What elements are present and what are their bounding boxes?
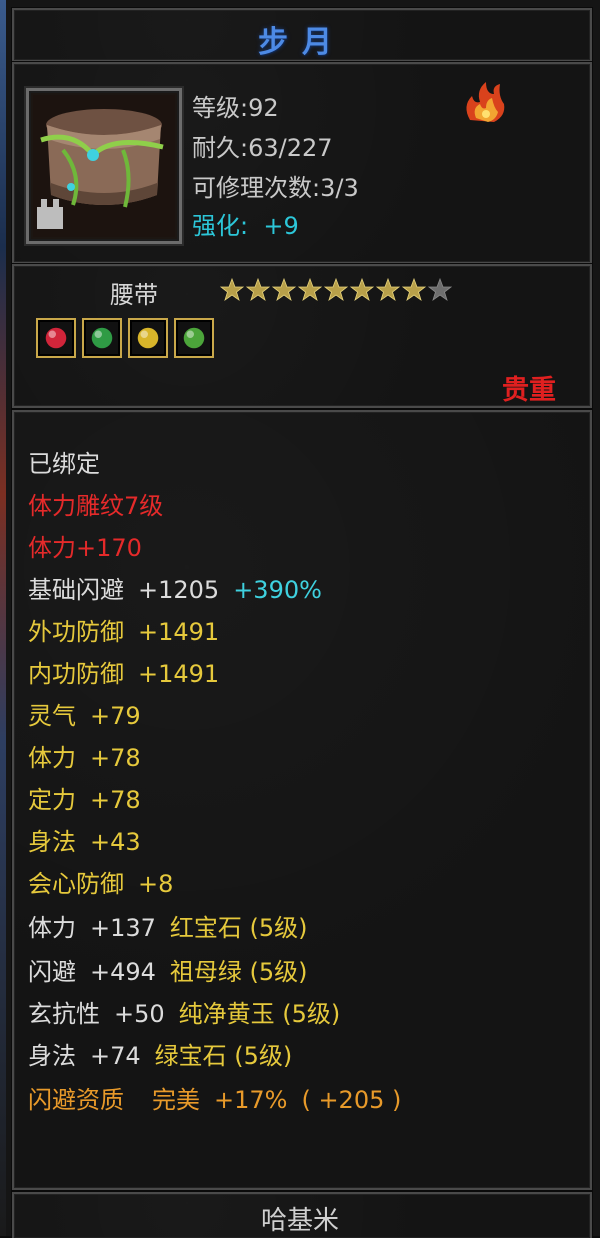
dodge-pct: +390%	[233, 576, 322, 604]
item-type: 腰带	[110, 281, 158, 309]
star-filled-icon	[376, 278, 400, 302]
gem2-name: 祖母绿 (5级)	[169, 958, 308, 986]
level-line: 等级:92	[192, 94, 279, 122]
gem-socket[interactable]	[174, 318, 214, 358]
gem-socket[interactable]	[36, 318, 76, 358]
durability-line: 耐久:63/227	[192, 134, 333, 162]
crit-def-label: 会心防御	[28, 870, 124, 898]
int-def-label: 内功防御	[28, 660, 124, 688]
flame-icon	[466, 82, 505, 122]
dodge-label: 基础闪避	[28, 576, 124, 604]
star-filled-icon	[324, 278, 348, 302]
level-value: 92	[248, 94, 279, 122]
gem4-name: 绿宝石 (5级)	[154, 1042, 293, 1070]
crit-def-value: +8	[138, 870, 174, 898]
int-def-value: +1491	[138, 660, 220, 688]
ext-def-label: 外功防御	[28, 618, 124, 646]
gem2-stat: 闪避	[28, 958, 76, 986]
dodge-value: +1205	[138, 576, 220, 604]
enhance-label: 强化:	[192, 212, 249, 240]
focus-line: 定力 +78	[28, 780, 141, 815]
belt-icon	[33, 95, 175, 237]
aptitude-line: 闪避资质 完美 +17% ( +205 )	[28, 1080, 401, 1115]
aptitude-label: 闪避资质	[28, 1086, 124, 1114]
star-filled-icon	[246, 278, 270, 302]
agility-label: 身法	[28, 828, 76, 856]
aptitude-grade: 完美	[152, 1086, 200, 1114]
repair-line: 可修理次数:3/3	[192, 174, 359, 202]
gem-sockets	[36, 318, 214, 358]
star-filled-icon	[350, 278, 374, 302]
ext-def-value: +1491	[138, 618, 220, 646]
gem1-name: 红宝石 (5级)	[169, 914, 308, 942]
gem3-stat: 玄抗性	[28, 1000, 100, 1028]
aptitude-pct: +17%	[214, 1086, 288, 1114]
star-filled-icon	[272, 278, 296, 302]
stamina-line: 体力 +78	[28, 738, 141, 773]
bound-status: 已绑定	[28, 450, 100, 478]
agility-value: +43	[90, 828, 141, 856]
durability-label: 耐久	[192, 134, 240, 162]
ruby-gem-icon	[45, 327, 67, 349]
stamina-value: +78	[90, 744, 141, 772]
item-icon	[26, 88, 182, 244]
gem2-value: +494	[90, 958, 156, 986]
durability-value: 63/227	[248, 134, 333, 162]
gem4-line: 身法 +74 绿宝石 (5级)	[28, 1036, 292, 1071]
gem4-stat: 身法	[28, 1042, 76, 1070]
emerald-gem-icon	[91, 327, 113, 349]
gem-socket[interactable]	[128, 318, 168, 358]
focus-label: 定力	[28, 786, 76, 814]
background-edge	[0, 0, 6, 1236]
gem4-value: +74	[90, 1042, 141, 1070]
spirit-line: 灵气 +79	[28, 696, 141, 731]
gem1-line: 体力 +137 红宝石 (5级)	[28, 908, 308, 943]
green-gem-icon	[183, 327, 205, 349]
star-empty-icon	[428, 278, 452, 302]
enhance-line: 强化: +9	[192, 206, 299, 241]
repair-value: 3/3	[320, 174, 359, 202]
focus-value: +78	[90, 786, 141, 814]
spirit-label: 灵气	[28, 702, 76, 730]
agility-line: 身法 +43	[28, 822, 141, 857]
star-filled-icon	[220, 278, 244, 302]
repair-label: 可修理次数	[192, 174, 312, 202]
enhance-value: +9	[263, 212, 299, 240]
item-name: 步月	[258, 25, 346, 60]
gem1-stat: 体力	[28, 914, 76, 942]
title-bar: 步月	[12, 8, 592, 62]
spirit-value: +79	[90, 702, 141, 730]
ext-def-line: 外功防御 +1491	[28, 612, 219, 647]
gem3-line: 玄抗性 +50 纯净黄玉 (5级)	[28, 994, 340, 1029]
int-def-line: 内功防御 +1491	[28, 654, 219, 689]
gem3-value: +50	[114, 1000, 165, 1028]
level-label: 等级	[192, 94, 240, 122]
crit-def-line: 会心防御 +8	[28, 864, 173, 899]
aptitude-bonus: ( +205 )	[301, 1086, 402, 1114]
dodge-line: 基础闪避 +1205 +390%	[28, 570, 322, 605]
owner-name: 哈基米	[260, 1206, 339, 1236]
star-filled-icon	[298, 278, 322, 302]
quality-label: 贵重	[502, 375, 556, 406]
star-filled-icon	[402, 278, 426, 302]
yellow-jade-gem-icon	[137, 327, 159, 349]
carving-line: 体力雕纹7级	[28, 492, 164, 520]
gem1-value: +137	[90, 914, 156, 942]
gem2-line: 闪避 +494 祖母绿 (5级)	[28, 952, 308, 987]
star-rating	[220, 278, 452, 302]
gem-socket[interactable]	[82, 318, 122, 358]
gem3-name: 纯净黄玉 (5级)	[178, 1000, 341, 1028]
carving-bonus: 体力+170	[28, 534, 142, 562]
stamina-label: 体力	[28, 744, 76, 772]
